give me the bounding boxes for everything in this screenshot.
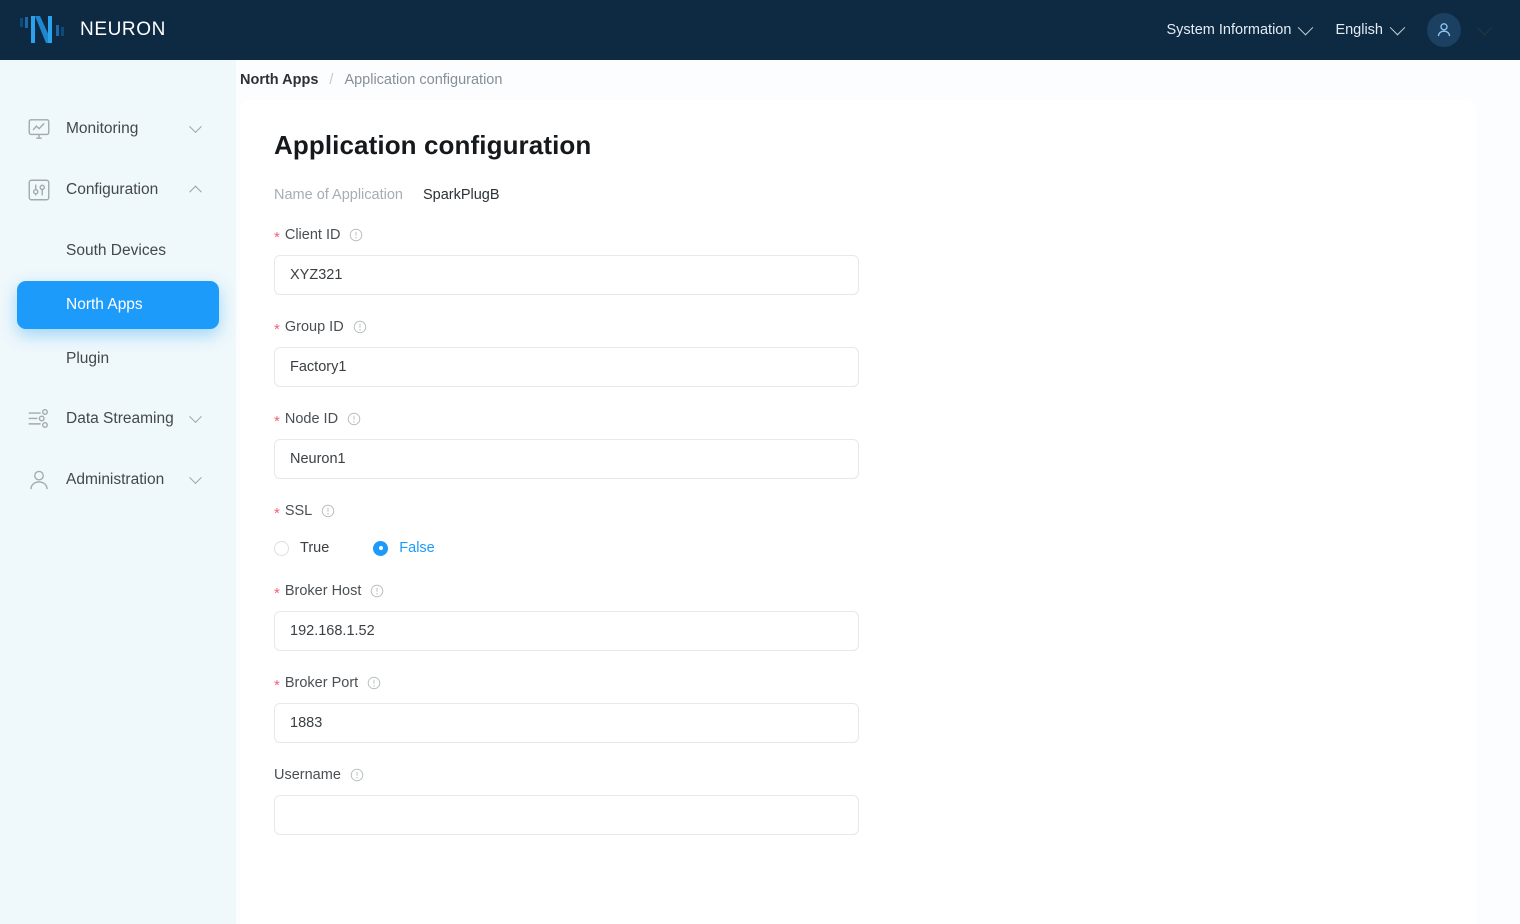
sidebar-item-administration[interactable]: Administration [0,455,236,505]
system-information-menu[interactable]: System Information [1155,16,1324,44]
sidebar-item-plugin[interactable]: Plugin [17,335,219,383]
info-circle-icon[interactable] [350,768,364,782]
top-bar: NEURON System Information English [0,0,1520,60]
field-label: * Broker Host [274,582,1443,599]
field-label: * SSL [274,502,1443,519]
avatar[interactable] [1427,13,1461,47]
application-name-row: Name of Application SparkPlugB [274,187,1443,203]
node-id-input[interactable] [274,439,859,479]
info-circle-icon[interactable] [370,584,384,598]
ssl-radio-label: True [300,540,329,556]
sidebar-item-label: Configuration [66,181,158,199]
application-name-label: Name of Application [274,187,403,203]
field-label: * Client ID [274,226,1443,243]
top-bar-right: System Information English [1155,13,1520,47]
required-asterisk: * [274,506,280,521]
chevron-down-icon [189,410,202,423]
group-id-input[interactable] [274,347,859,387]
field-label-text: Client ID [285,227,341,243]
brand[interactable]: NEURON [18,13,166,47]
data-flow-icon [26,406,52,432]
field-label-text: Broker Port [285,675,358,691]
info-circle-icon[interactable] [347,412,361,426]
language-label: English [1335,22,1383,38]
ssl-radio-group: True False [274,537,1443,559]
ssl-radio-true[interactable]: True [274,540,329,556]
content-card: Application configuration Name of Applic… [240,100,1477,924]
language-menu[interactable]: English [1323,16,1415,44]
brand-name: NEURON [80,19,166,41]
system-information-label: System Information [1167,22,1292,38]
field-ssl: * SSL True False [274,502,1443,559]
breadcrumb-separator: / [329,72,333,88]
field-client-id: * Client ID [274,226,1443,295]
breadcrumb: North Apps / Application configuration [236,60,1520,100]
field-broker-host: * Broker Host [274,582,1443,651]
sidebar-item-label: Data Streaming [66,410,174,428]
field-label: Username [274,766,1443,783]
client-id-input[interactable] [274,255,859,295]
sidebar-item-data-streaming[interactable]: Data Streaming [0,394,236,444]
required-asterisk: * [274,230,280,245]
breadcrumb-current: Application configuration [344,72,502,88]
sliders-icon [26,177,52,203]
field-label: * Broker Port [274,674,1443,691]
chevron-down-icon [1477,19,1493,35]
field-label-text: Username [274,767,341,783]
field-label-text: Group ID [285,319,344,335]
radio-icon [274,541,289,556]
info-circle-icon[interactable] [321,504,335,518]
ssl-radio-false[interactable]: False [373,540,434,556]
username-input[interactable] [274,795,859,835]
monitor-chart-icon [26,116,52,142]
required-asterisk: * [274,414,280,429]
field-label: * Group ID [274,318,1443,335]
radio-icon [373,541,388,556]
chevron-down-icon [1298,19,1314,35]
sidebar-item-label: Administration [66,471,164,489]
sidebar-item-label: Plugin [66,350,109,368]
required-asterisk: * [274,586,280,601]
info-circle-icon[interactable] [367,676,381,690]
sidebar-item-label: North Apps [66,296,143,314]
field-broker-port: * Broker Port [274,674,1443,743]
broker-port-input[interactable] [274,703,859,743]
application-name-value: SparkPlugB [423,187,500,203]
sidebar-item-label: Monitoring [66,120,138,138]
required-asterisk: * [274,322,280,337]
ssl-radio-label: False [399,540,434,556]
chevron-down-icon [1390,19,1406,35]
field-group-id: * Group ID [274,318,1443,387]
user-menu[interactable] [1427,13,1490,47]
chevron-down-icon [189,471,202,484]
page-title: Application configuration [274,130,1443,161]
info-circle-icon[interactable] [349,228,363,242]
info-circle-icon[interactable] [353,320,367,334]
sidebar-item-south-devices[interactable]: South Devices [17,227,219,275]
chevron-down-icon [189,120,202,133]
sidebar-item-north-apps[interactable]: North Apps [17,281,219,329]
field-node-id: * Node ID [274,410,1443,479]
user-avatar-icon [1434,20,1454,40]
field-label-text: Broker Host [285,583,362,599]
required-asterisk: * [274,678,280,693]
breadcrumb-parent[interactable]: North Apps [240,72,318,88]
field-label: * Node ID [274,410,1443,427]
sidebar-item-configuration[interactable]: Configuration [0,165,236,215]
sidebar-item-monitoring[interactable]: Monitoring [0,104,236,154]
neuron-logo-icon [18,13,70,47]
chevron-up-icon [189,185,202,198]
field-label-text: Node ID [285,411,338,427]
field-username: Username [274,766,1443,835]
sidebar-item-label: South Devices [66,242,166,260]
sidebar: Monitoring Configuration South Devices N… [0,60,236,924]
broker-host-input[interactable] [274,611,859,651]
field-label-text: SSL [285,503,312,519]
person-icon [26,467,52,493]
